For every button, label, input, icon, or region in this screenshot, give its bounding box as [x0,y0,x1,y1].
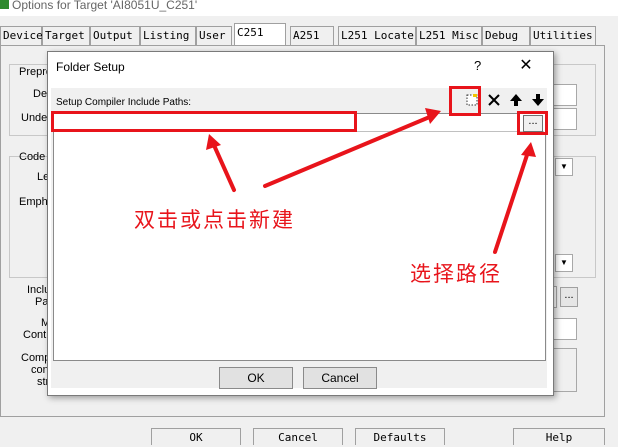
annotation-new-button-box [449,86,481,116]
annotation-path-hint: 选择路径 [410,262,502,286]
annotation-arrows [206,108,536,254]
annotation-edit-row-box [51,111,357,132]
arrow-to-browse-button [493,150,530,254]
annotation-browse-box [517,111,548,135]
arrow-to-edit-row [211,141,236,192]
annotation-new-hint: 双击或点击新建 [134,208,295,232]
